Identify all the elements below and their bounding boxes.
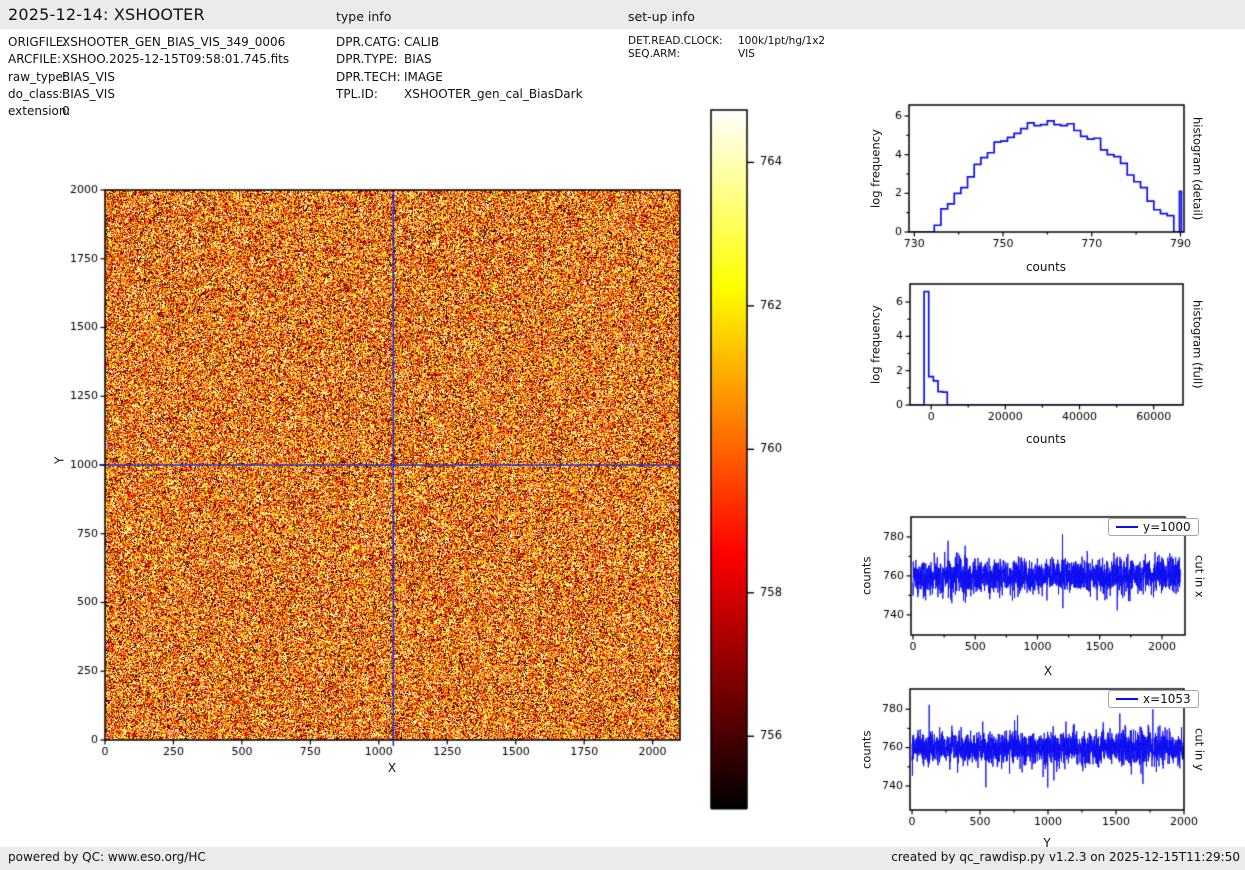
type-info-block: DPR.CATG:CALIB DPR.TYPE:BIAS DPR.TECH:IM… xyxy=(336,34,583,103)
metadata-value: 100k/1pt/hg/1x2 xyxy=(738,35,825,48)
metadata-row: do_class:BIAS_VIS xyxy=(8,86,289,103)
footer-right: created by qc_rawdisp.py v1.2.3 on 2025-… xyxy=(891,850,1240,864)
metadata-row: ARCFILE:XSHOO.2025-12-15T09:58:01.745.fi… xyxy=(8,51,289,68)
y-axis-label: Y xyxy=(52,440,67,480)
metadata-row: DPR.CATG:CALIB xyxy=(336,34,583,51)
metadata-label: ARCFILE: xyxy=(8,51,62,68)
legend-line-sample xyxy=(1116,526,1138,528)
metadata-label: DPR.TECH: xyxy=(336,69,404,86)
histogram-full-canvas xyxy=(870,265,1245,430)
y-axis-label: log frequency xyxy=(868,284,883,405)
metadata-label: extension: xyxy=(8,103,62,120)
metadata-value: 0 xyxy=(62,103,70,120)
metadata-label: TPL.ID: xyxy=(336,86,404,103)
type-info-heading: type info xyxy=(336,9,391,24)
right-axis-title: histogram (full) xyxy=(1190,284,1205,405)
metadata-label: raw_type: xyxy=(8,69,62,86)
metadata-row: raw_type:BIAS_VIS xyxy=(8,69,289,86)
metadata-value: BIAS xyxy=(404,51,432,68)
legend-label: y=1000 xyxy=(1143,520,1191,534)
metadata-value: BIAS_VIS xyxy=(62,86,115,103)
histogram-detail-canvas xyxy=(870,90,1245,260)
x-axis-label: counts xyxy=(986,260,1106,274)
metadata-value: BIAS_VIS xyxy=(62,69,115,86)
metadata-value: CALIB xyxy=(404,34,439,51)
metadata-row: DPR.TYPE:BIAS xyxy=(336,51,583,68)
metadata-value: XSHOOTER_GEN_BIAS_VIS_349_0006 xyxy=(62,34,285,51)
x-axis-label: X xyxy=(1033,664,1063,678)
metadata-row: SEQ.ARM:VIS xyxy=(628,48,825,61)
metadata-row: TPL.ID:XSHOOTER_gen_cal_BiasDark xyxy=(336,86,583,103)
metadata-label: DET.READ.CLOCK: xyxy=(628,35,738,48)
y-axis-label: counts xyxy=(859,517,874,635)
metadata-value: IMAGE xyxy=(404,69,443,86)
metadata-label: ORIGFILE: xyxy=(8,34,62,51)
y-axis-label: log frequency xyxy=(868,105,883,232)
metadata-label: do_class: xyxy=(8,86,62,103)
metadata-row: DPR.TECH:IMAGE xyxy=(336,69,583,86)
metadata-value: XSHOOTER_gen_cal_BiasDark xyxy=(404,86,583,103)
legend-cut-x: y=1000 xyxy=(1108,518,1199,536)
page-title: 2025-12-14: XSHOOTER xyxy=(8,5,205,24)
legend-cut-y: x=1053 xyxy=(1108,690,1199,708)
metadata-row: ORIGFILE:XSHOOTER_GEN_BIAS_VIS_349_0006 xyxy=(8,34,289,51)
metadata-value: XSHOO.2025-12-15T09:58:01.745.fits xyxy=(62,51,289,68)
setup-info-heading: set-up info xyxy=(628,9,695,24)
legend-label: x=1053 xyxy=(1143,692,1191,706)
x-axis-label: counts xyxy=(986,432,1106,446)
right-axis-title: histogram (detail) xyxy=(1190,105,1205,232)
metadata-row: DET.READ.CLOCK:100k/1pt/hg/1x2 xyxy=(628,35,825,48)
metadata-label: DPR.TYPE: xyxy=(336,51,404,68)
y-axis-label: counts xyxy=(859,689,874,810)
file-info-block: ORIGFILE:XSHOOTER_GEN_BIAS_VIS_349_0006 … xyxy=(8,34,289,120)
bias-image-canvas xyxy=(60,150,700,795)
colorbar-canvas xyxy=(705,100,805,815)
metadata-label: SEQ.ARM: xyxy=(628,48,738,61)
footer-left: powered by QC: www.eso.org/HC xyxy=(8,850,206,864)
x-axis-label: X xyxy=(377,761,407,775)
metadata-label: DPR.CATG: xyxy=(336,34,404,51)
qc-report-page: 2025-12-14: XSHOOTER type info set-up in… xyxy=(0,0,1245,870)
metadata-row: extension:0 xyxy=(8,103,289,120)
metadata-value: VIS xyxy=(738,48,755,61)
setup-info-block: DET.READ.CLOCK:100k/1pt/hg/1x2 SEQ.ARM:V… xyxy=(628,35,825,61)
legend-line-sample xyxy=(1116,698,1138,700)
